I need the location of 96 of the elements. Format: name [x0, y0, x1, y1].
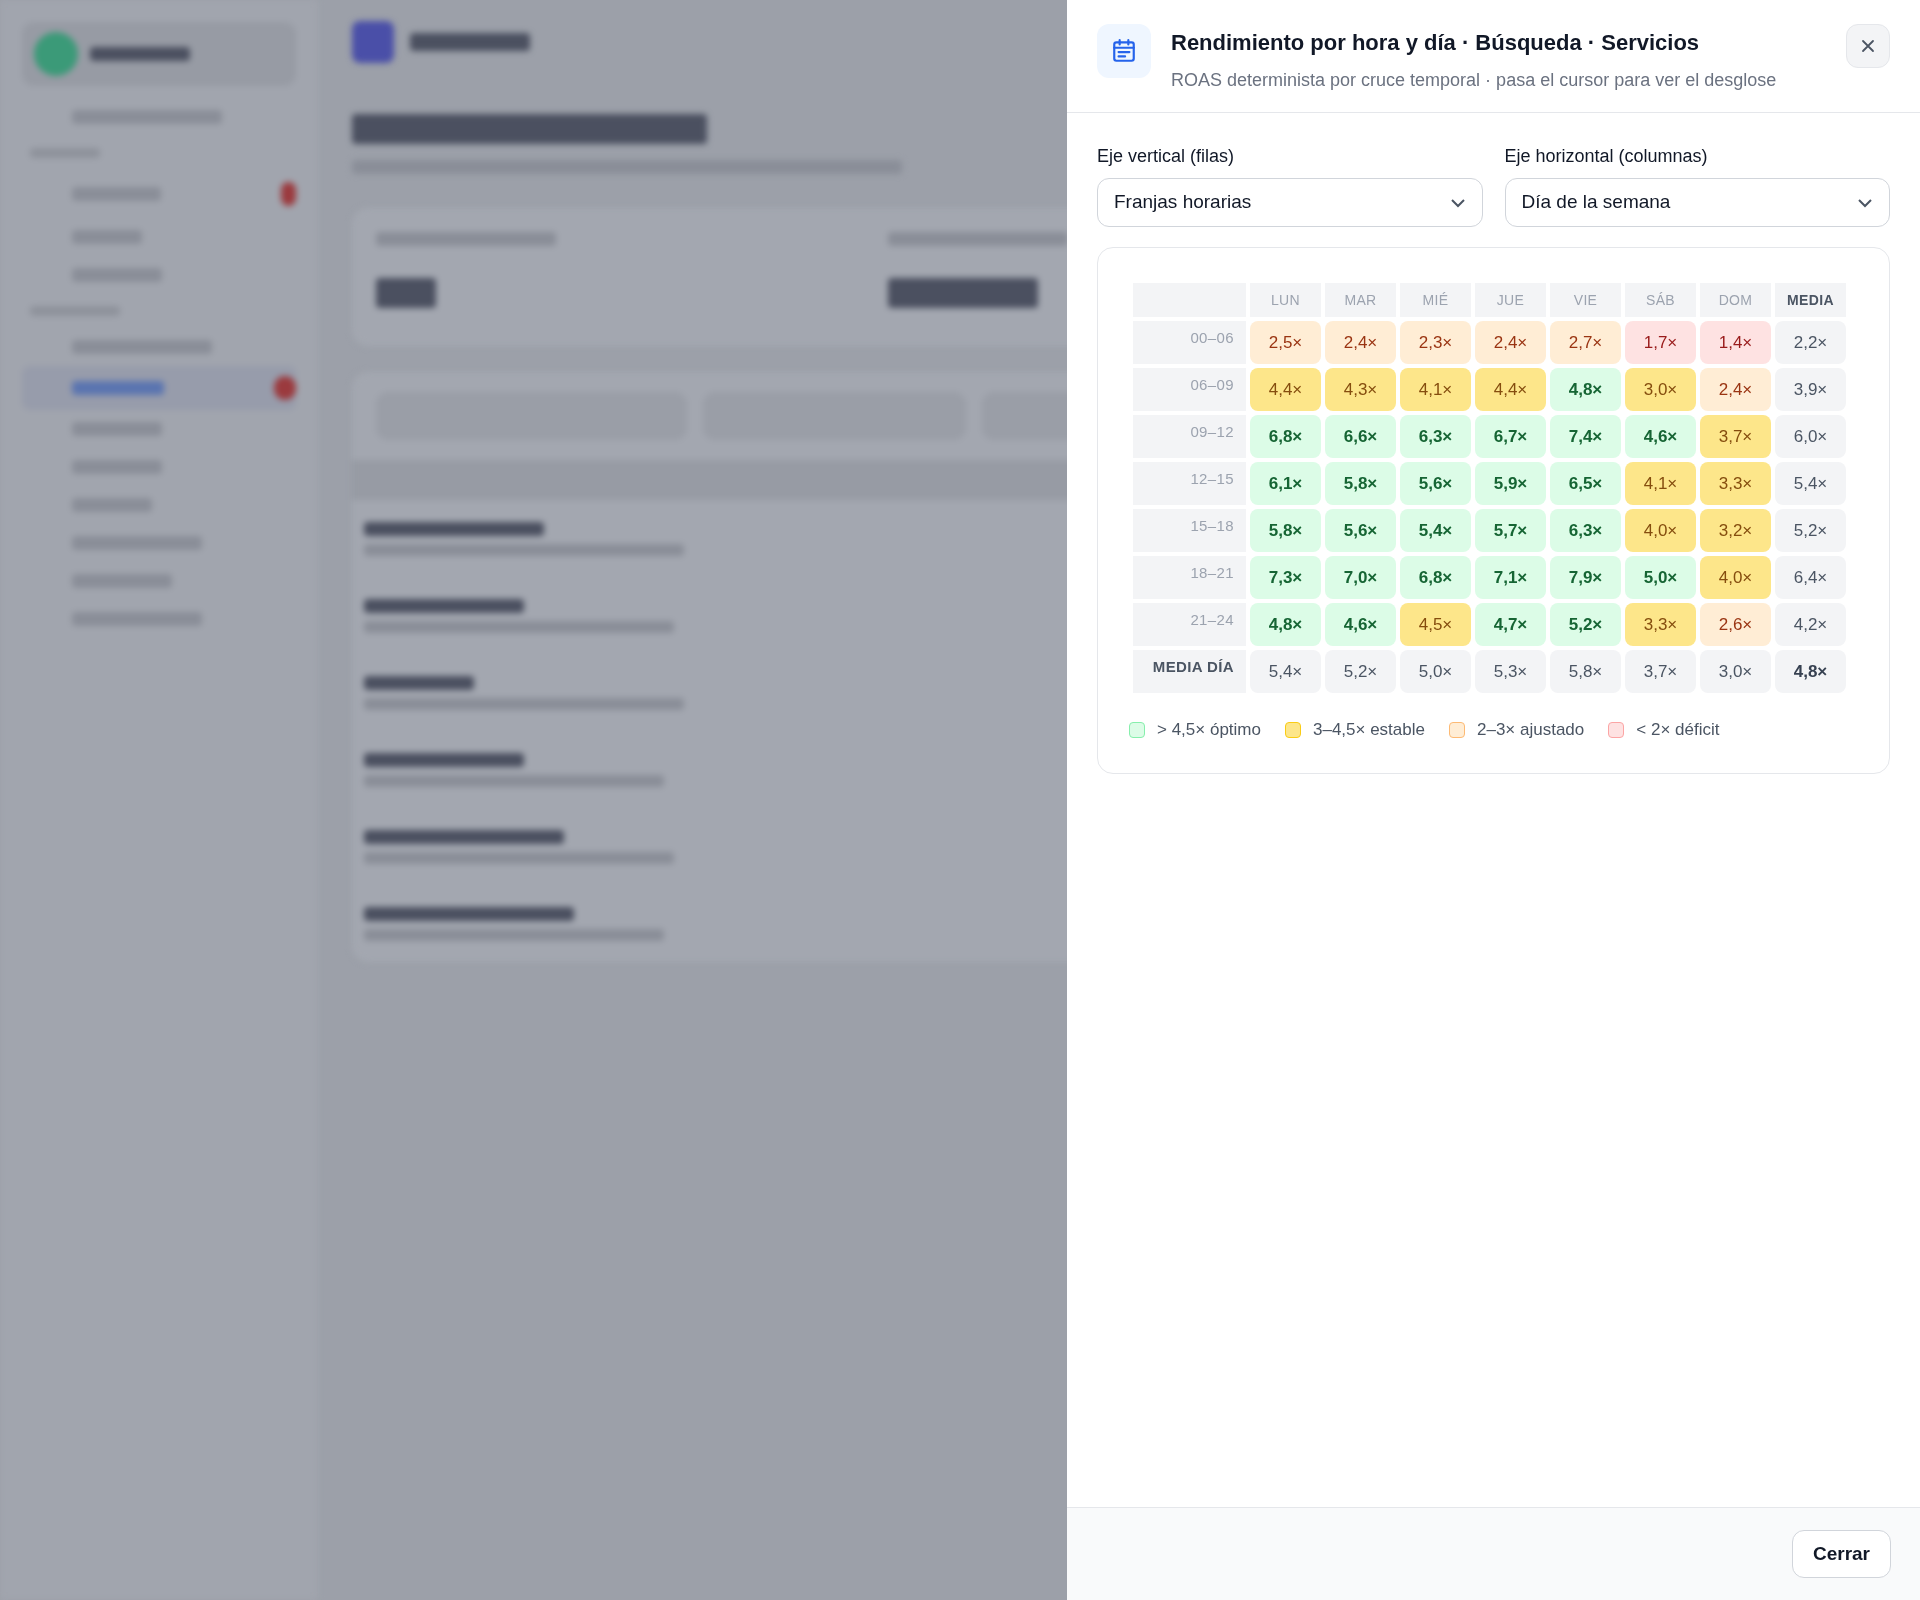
mean-cell: 5,2×	[1325, 650, 1396, 693]
mean-header: MEDIA	[1775, 283, 1846, 317]
roas-cell[interactable]: 3,3×	[1700, 462, 1771, 505]
roas-cell[interactable]: 3,0×	[1625, 368, 1696, 411]
time-slot-label: 09–12	[1133, 415, 1246, 458]
close-button[interactable]	[1846, 24, 1890, 68]
time-slot-label: 06–09	[1133, 368, 1246, 411]
time-slot-label: 00–06	[1133, 321, 1246, 364]
roas-cell[interactable]: 7,9×	[1550, 556, 1621, 599]
axis-dropdown[interactable]: Franjas horarias	[1097, 178, 1483, 227]
roas-cell[interactable]: 1,7×	[1625, 321, 1696, 364]
roas-cell[interactable]: 1,4×	[1700, 321, 1771, 364]
roas-cell[interactable]: 4,4×	[1475, 368, 1546, 411]
roas-cell[interactable]: 2,4×	[1325, 321, 1396, 364]
time-slot-label: 21–24	[1133, 603, 1246, 646]
roas-cell[interactable]: 6,1×	[1250, 462, 1321, 505]
roas-cell[interactable]: 2,4×	[1700, 368, 1771, 411]
roas-cell[interactable]: 4,6×	[1625, 415, 1696, 458]
time-slot-label: 12–15	[1133, 462, 1246, 505]
legend-label: > 4,5× óptimo	[1157, 719, 1261, 741]
mean-cell: 6,4×	[1775, 556, 1846, 599]
day-header: MAR	[1325, 283, 1396, 317]
roas-cell[interactable]: 4,7×	[1475, 603, 1546, 646]
mean-cell: 6,0×	[1775, 415, 1846, 458]
roas-cell[interactable]: 5,8×	[1325, 462, 1396, 505]
mean-cell: 3,0×	[1700, 650, 1771, 693]
overall-mean-cell: 4,8×	[1775, 650, 1846, 693]
legend-label: 2–3× ajustado	[1477, 719, 1585, 741]
legend-label: 3–4,5× estable	[1312, 719, 1425, 741]
roas-cell[interactable]: 5,8×	[1250, 509, 1321, 552]
field-label: Eje vertical (filas)	[1097, 145, 1236, 168]
legend-label: < 2× déficit	[1636, 719, 1720, 741]
roas-cell[interactable]: 7,0×	[1325, 556, 1396, 599]
panel-subtitle: ROAS determinista por cruce temporal · pasa el cursor para ver el desglose	[1171, 69, 1778, 92]
roas-cell[interactable]: 5,9×	[1475, 462, 1546, 505]
day-header: DOM	[1700, 283, 1771, 317]
mean-cell: 5,2×	[1775, 509, 1846, 552]
roas-cell[interactable]: 7,3×	[1250, 556, 1321, 599]
roas-cell[interactable]: 5,6×	[1400, 462, 1471, 505]
roas-cell[interactable]: 6,8×	[1400, 556, 1471, 599]
roas-cell[interactable]: 6,3×	[1550, 509, 1621, 552]
chevron-icon	[1449, 197, 1466, 208]
roas-cell[interactable]: 4,8×	[1250, 603, 1321, 646]
roas-cell[interactable]: 5,0×	[1625, 556, 1696, 599]
mean-cell: 5,0×	[1400, 650, 1471, 693]
roas-cell[interactable]: 2,6×	[1700, 603, 1771, 646]
roas-cell[interactable]: 4,5×	[1400, 603, 1471, 646]
calendar-icon	[1097, 24, 1151, 78]
roas-cell[interactable]: 3,7×	[1700, 415, 1771, 458]
roas-cell[interactable]: 4,1×	[1625, 462, 1696, 505]
roas-cell[interactable]: 3,2×	[1700, 509, 1771, 552]
roas-cell[interactable]: 4,1×	[1400, 368, 1471, 411]
roas-cell[interactable]: 2,3×	[1400, 321, 1471, 364]
mean-cell: 2,2×	[1775, 321, 1846, 364]
roas-cell[interactable]: 4,6×	[1325, 603, 1396, 646]
field-label: Eje horizontal (columnas)	[1504, 145, 1709, 168]
day-header: MIÉ	[1400, 283, 1471, 317]
mean-cell: 3,9×	[1775, 368, 1846, 411]
chevron-icon	[1857, 197, 1873, 208]
roas-cell[interactable]: 5,7×	[1475, 509, 1546, 552]
mean-cell: 3,7×	[1625, 650, 1696, 693]
mean-cell: 5,8×	[1550, 650, 1621, 693]
time-slot-label: 18–21	[1133, 556, 1246, 599]
roas-cell[interactable]: 5,2×	[1550, 603, 1621, 646]
mean-cell: 5,3×	[1475, 650, 1546, 693]
time-slot-label: 15–18	[1133, 509, 1246, 552]
roas-cell[interactable]: 4,3×	[1325, 368, 1396, 411]
roas-cell[interactable]: 2,5×	[1250, 321, 1321, 364]
day-header: JUE	[1475, 283, 1546, 317]
roas-cell[interactable]: 6,3×	[1400, 415, 1471, 458]
roas-cell[interactable]: 4,4×	[1250, 368, 1321, 411]
roas-cell[interactable]: 2,4×	[1475, 321, 1546, 364]
close-text-button[interactable]: Cerrar	[1791, 1530, 1891, 1578]
roas-cell[interactable]: 6,7×	[1475, 415, 1546, 458]
roas-cell[interactable]: 7,1×	[1475, 556, 1546, 599]
day-header: LUN	[1250, 283, 1321, 317]
close-icon	[1860, 38, 1876, 54]
roas-cell[interactable]: 5,6×	[1325, 509, 1396, 552]
roas-cell[interactable]: 6,5×	[1550, 462, 1621, 505]
day-mean-label: MEDIA DÍA	[1133, 650, 1246, 693]
axis-dropdown[interactable]: Día de la semana	[1504, 178, 1890, 227]
roas-cell[interactable]: 4,0×	[1625, 509, 1696, 552]
mean-cell: 5,4×	[1250, 650, 1321, 693]
roas-cell[interactable]: 7,4×	[1550, 415, 1621, 458]
roas-cell[interactable]: 3,3×	[1625, 603, 1696, 646]
panel-title: Rendimiento por hora y día · Búsqueda · Servicios	[1171, 29, 1701, 57]
day-header: SÁB	[1625, 283, 1696, 317]
roas-cell[interactable]: 6,8×	[1250, 415, 1321, 458]
roas-cell[interactable]: 2,7×	[1550, 321, 1621, 364]
roas-cell[interactable]: 4,0×	[1700, 556, 1771, 599]
mean-cell: 4,2×	[1775, 603, 1846, 646]
day-header: VIE	[1550, 283, 1621, 317]
mean-cell: 5,4×	[1775, 462, 1846, 505]
roas-cell[interactable]: 5,4×	[1400, 509, 1471, 552]
roas-cell[interactable]: 4,8×	[1550, 368, 1621, 411]
roas-cell[interactable]: 6,6×	[1325, 415, 1396, 458]
